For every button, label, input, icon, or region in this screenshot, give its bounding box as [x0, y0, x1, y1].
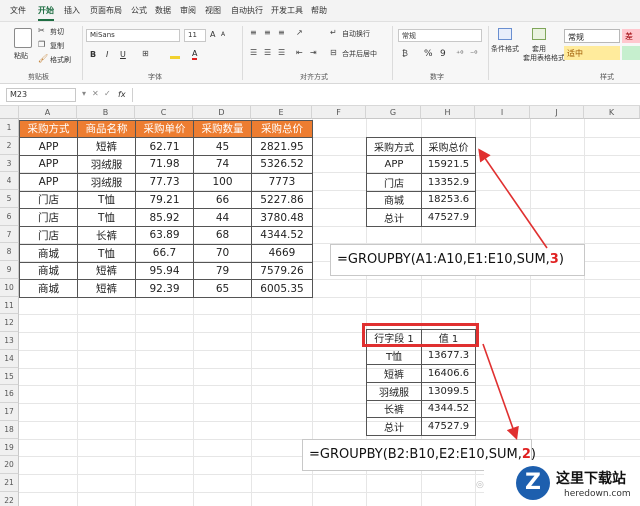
- watermark: ◎ Z 这里下载站 heredown.com: [476, 460, 640, 506]
- menu-review[interactable]: 审阅: [180, 5, 196, 16]
- number-format-select[interactable]: 常规: [398, 29, 482, 42]
- enter-icon[interactable]: ✓: [104, 89, 111, 98]
- scissors-icon: ✂: [38, 26, 45, 35]
- arrow-to-result-1: [478, 148, 548, 249]
- merge-center-button[interactable]: 合并后居中: [342, 49, 377, 59]
- comma-button[interactable]: 9: [440, 49, 446, 59]
- group-divider: [392, 26, 393, 80]
- align-left-icon[interactable]: ☰: [250, 48, 257, 57]
- font-group-label: 字体: [148, 73, 162, 81]
- align-middle-icon[interactable]: ≡: [264, 28, 271, 37]
- alignment-group-label: 对齐方式: [300, 73, 328, 81]
- watermark-brand: 这里下载站: [556, 471, 626, 487]
- shrink-font-button[interactable]: A: [221, 31, 225, 38]
- style-neutral[interactable]: 适中: [564, 46, 620, 60]
- conditional-format-button[interactable]: 条件格式: [491, 44, 519, 54]
- copy-icon: ❐: [38, 40, 46, 49]
- increase-decimal-icon[interactable]: ⁺⁰: [456, 49, 463, 58]
- wrap-text-button[interactable]: 自动换行: [342, 29, 370, 39]
- insert-function-button[interactable]: fx: [118, 90, 126, 99]
- formula-input[interactable]: [132, 88, 640, 102]
- outdent-icon[interactable]: ⇥: [310, 48, 317, 57]
- grow-font-button[interactable]: A: [210, 30, 215, 39]
- name-box-dropdown-icon[interactable]: ▾: [82, 89, 86, 98]
- conditional-format-icon: [498, 28, 512, 40]
- paste-button[interactable]: 粘贴: [14, 51, 28, 61]
- watermark-url: heredown.com: [564, 489, 631, 499]
- format-as-table-button[interactable]: 套用表格格式: [523, 53, 565, 63]
- menu-home[interactable]: 开始: [38, 5, 54, 21]
- style-bad[interactable]: 差: [622, 29, 640, 43]
- styles-group-label: 样式: [600, 73, 614, 81]
- cut-button[interactable]: 剪切: [50, 27, 64, 37]
- group-divider: [242, 26, 243, 80]
- ribbon: 粘贴 ✂ 剪切 ❐ 复制 🖌 格式刷 剪贴板 MiSans 11 A A B I…: [0, 22, 640, 84]
- menu-automate[interactable]: 自动执行: [231, 5, 263, 16]
- percent-button[interactable]: %: [424, 49, 433, 59]
- orientation-icon[interactable]: ↗: [296, 28, 303, 37]
- menu-developer[interactable]: 开发工具: [271, 5, 303, 16]
- menu-page-layout[interactable]: 页面布局: [90, 5, 122, 16]
- menu-insert[interactable]: 插入: [64, 5, 80, 16]
- menu-help[interactable]: 帮助: [311, 5, 327, 16]
- watermark-weibo-icon: ◎: [476, 480, 484, 490]
- indent-icon[interactable]: ⇤: [296, 48, 303, 57]
- format-painter-button[interactable]: 格式刷: [50, 55, 71, 65]
- style-good[interactable]: [622, 46, 640, 60]
- wrap-text-icon: ↵: [330, 28, 337, 37]
- format-as-table-icon: [532, 28, 546, 40]
- menu-view[interactable]: 视图: [205, 5, 221, 16]
- align-right-icon[interactable]: ☰: [278, 48, 285, 57]
- paste-icon[interactable]: [14, 28, 32, 48]
- formula-bar: M23 ▾ ✕ ✓ fx: [0, 84, 640, 106]
- style-normal[interactable]: 常规: [564, 29, 620, 43]
- currency-icon[interactable]: ₿: [402, 49, 408, 58]
- decrease-decimal-icon[interactable]: ⁻⁰: [470, 49, 477, 58]
- number-group-label: 数字: [430, 73, 444, 81]
- merge-icon: ⊟: [330, 48, 337, 57]
- menu-formulas[interactable]: 公式: [131, 5, 147, 16]
- align-center-icon[interactable]: ☰: [264, 48, 271, 57]
- italic-button[interactable]: I: [106, 50, 108, 59]
- watermark-logo: Z: [516, 466, 550, 500]
- copy-button[interactable]: 复制: [50, 41, 64, 51]
- arrow-to-formula-2: [482, 343, 519, 441]
- bold-button[interactable]: B: [90, 50, 96, 59]
- border-icon[interactable]: ⊞: [142, 49, 149, 58]
- menu-data[interactable]: 数据: [155, 5, 171, 16]
- menu-file[interactable]: 文件: [10, 5, 26, 16]
- font-name-select[interactable]: MiSans: [86, 29, 180, 42]
- underline-button[interactable]: U: [120, 50, 126, 59]
- fill-color-icon[interactable]: [170, 51, 180, 59]
- group-divider: [488, 26, 489, 80]
- group-divider: [82, 26, 83, 80]
- align-bottom-icon[interactable]: ≡: [278, 28, 285, 37]
- name-box[interactable]: M23: [6, 88, 76, 102]
- annotation-arrows: [478, 148, 548, 441]
- font-color-button[interactable]: A: [192, 49, 198, 60]
- format-painter-icon: 🖌: [38, 54, 49, 63]
- font-size-select[interactable]: 11: [184, 29, 206, 42]
- clipboard-group-label: 剪贴板: [28, 73, 49, 81]
- cancel-icon[interactable]: ✕: [92, 89, 99, 98]
- align-top-icon[interactable]: ≡: [250, 28, 257, 37]
- spreadsheet-grid: A B C D E F G H I J K 1 2 3 4 5 6 7 8 9 10 11 12 13 1…: [0, 106, 640, 506]
- menu-bar: 文件 开始 插入 页面布局 公式 数据 审阅 视图 自动执行 开发工具 帮助: [0, 0, 640, 22]
